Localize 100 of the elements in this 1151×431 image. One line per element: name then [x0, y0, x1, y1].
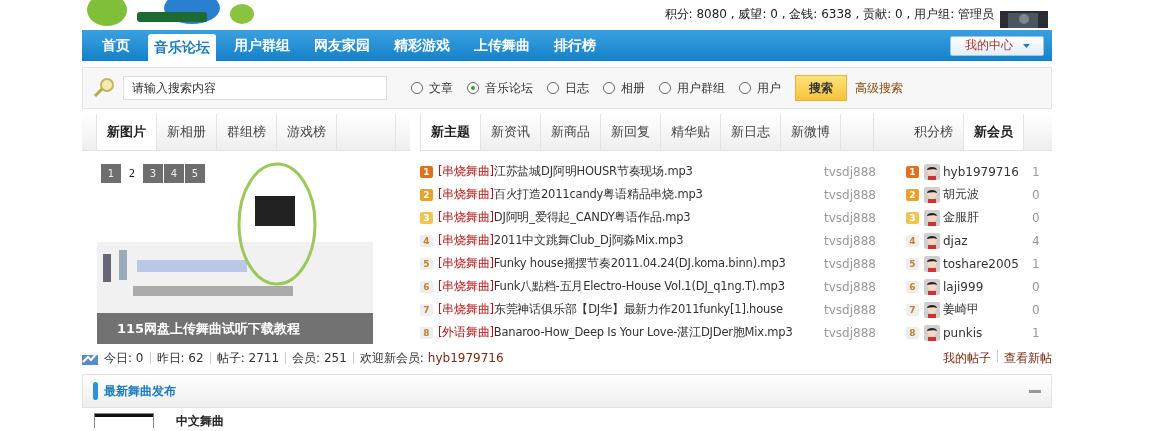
- search-option[interactable]: 用户: [739, 79, 781, 97]
- topic-tab[interactable]: 新微博: [781, 114, 841, 150]
- welcome-label: 欢迎新会员:: [359, 349, 424, 367]
- panel-tab[interactable]: 群组榜: [217, 114, 277, 150]
- option-label: 音乐论坛: [485, 79, 533, 97]
- topic-link[interactable]: [串烧舞曲]DJ阿明_爱得起_CANDY粤语作品.mp3: [438, 210, 691, 225]
- section-title: 最新舞曲发布: [104, 382, 176, 400]
- avatar-icon: [924, 209, 940, 226]
- caret-icon: [1022, 43, 1030, 48]
- option-label: 文章: [429, 79, 453, 97]
- search-option[interactable]: 用户群组: [659, 79, 725, 97]
- rank-badge: 4: [906, 234, 919, 247]
- member-name[interactable]: laji999: [943, 279, 1032, 294]
- collapse-icon[interactable]: [1029, 389, 1041, 393]
- rank-badge: 4: [420, 234, 433, 247]
- avatar-icon: [924, 278, 940, 295]
- my-center-button[interactable]: 我的中心: [950, 35, 1044, 56]
- topic-tab[interactable]: 新回复: [601, 114, 661, 150]
- stats-link[interactable]: 查看新帖: [1004, 349, 1052, 367]
- search-button[interactable]: 搜索: [795, 75, 847, 101]
- topic-author: tvsdj888: [824, 233, 877, 248]
- panel-tab[interactable]: 游戏榜: [277, 114, 337, 150]
- member-name[interactable]: hyb1979716: [943, 164, 1032, 179]
- rank-badge: 2: [906, 188, 919, 201]
- search-option[interactable]: 音乐论坛: [467, 79, 533, 97]
- topic-link[interactable]: [串烧舞曲]Funky house摇摆节奏2011.04.24(DJ.koma.binn).mp3: [438, 256, 786, 271]
- rank-badge: 5: [420, 257, 433, 270]
- rank-badge: 3: [906, 211, 919, 224]
- topic-tab[interactable]: 新主题: [420, 114, 481, 150]
- member-name[interactable]: djaz: [943, 233, 1032, 248]
- topic-tab[interactable]: 精华贴: [661, 114, 721, 150]
- search-option[interactable]: 文章: [411, 79, 453, 97]
- search-icon: [93, 77, 115, 99]
- rank-badge: 1: [906, 165, 919, 178]
- topic-link[interactable]: [串烧舞曲]Funk八點档-五月Electro-House Vol.1(DJ_q1ng.T).mp3: [438, 279, 785, 294]
- topic-link[interactable]: [串烧舞曲]2011中文跳舞Club_Dj阿淼Mix.mp3: [438, 233, 684, 248]
- item-title[interactable]: 中文舞曲: [176, 413, 224, 430]
- avatar-icon: [924, 324, 940, 341]
- avatar-icon: [924, 301, 940, 318]
- stat-text: 会员: 251: [292, 349, 347, 367]
- member-count: 0: [1032, 279, 1041, 294]
- rank-badge: 6: [420, 280, 433, 293]
- rank-badge: 7: [420, 303, 433, 316]
- stat-text: 今日: 0: [104, 349, 144, 367]
- member-count: 0: [1032, 210, 1041, 225]
- topic-author: tvsdj888: [824, 325, 877, 340]
- topic-tab[interactable]: 新商品: [541, 114, 601, 150]
- option-label: 日志: [565, 79, 589, 97]
- topic-author: tvsdj888: [824, 187, 877, 202]
- avatar-icon: [924, 232, 940, 249]
- topic-tab[interactable]: 新日志: [721, 114, 781, 150]
- search-option[interactable]: 日志: [547, 79, 589, 97]
- topic-link[interactable]: [串烧舞曲]百火打造2011candy粤语精品串烧.mp3: [438, 187, 703, 202]
- member-name[interactable]: 姜崎甲: [943, 301, 1032, 318]
- topic-link[interactable]: [外语舞曲]Banaroo-How_Deep Is Your Love-湛江DJDer胞Mix.mp3: [438, 325, 793, 340]
- page-number[interactable]: 1: [101, 164, 121, 183]
- member-count: 0: [1032, 187, 1041, 202]
- rank-badge: 8: [420, 326, 433, 339]
- topic-author: tvsdj888: [824, 164, 877, 179]
- search-field[interactable]: 请输入搜索内容: [123, 76, 387, 100]
- nav-tab[interactable]: 音乐论坛: [148, 34, 216, 61]
- topic-author: tvsdj888: [824, 302, 877, 317]
- rank-badge: 5: [906, 257, 919, 270]
- member-name[interactable]: 胡元波: [943, 186, 1032, 203]
- member-count: 0: [1032, 302, 1041, 317]
- member-name[interactable]: toshare2005: [943, 256, 1032, 271]
- option-label: 相册: [621, 79, 645, 97]
- topic-link[interactable]: [串烧舞曲]江苏盐城DJ阿明HOUSR节奏现场.mp3: [438, 164, 693, 179]
- account-info: 积分: 8080 , 威望: 0 , 金钱: 6338 , 贡献: 0 , 用户组: 管理员: [664, 5, 994, 23]
- slide-caption[interactable]: 115网盘上传舞曲试听下载教程: [97, 313, 373, 344]
- avatar-icon: [924, 186, 940, 203]
- option-label: 用户群组: [677, 79, 725, 97]
- member-tab[interactable]: 新会员: [964, 114, 1024, 150]
- stat-text: 昨日: 62: [156, 349, 204, 367]
- page-number[interactable]: 5: [185, 164, 205, 183]
- rank-badge: 7: [906, 303, 919, 316]
- rank-badge: 6: [906, 280, 919, 293]
- panel-tab[interactable]: 新图片: [96, 114, 157, 150]
- member-name[interactable]: punkis: [943, 325, 1032, 340]
- rank-badge: 1: [420, 165, 433, 178]
- topic-tab[interactable]: 新资讯: [481, 114, 541, 150]
- avatar-icon: [924, 163, 940, 180]
- option-label: 用户: [757, 79, 781, 97]
- panel-tab[interactable]: 新相册: [157, 114, 217, 150]
- member-name[interactable]: 金服肝: [943, 209, 1032, 226]
- marker-icon: [93, 382, 98, 400]
- topic-link[interactable]: [串烧舞曲]东莞神话俱乐部【DJ华】最新力作2011funky[1].house: [438, 302, 783, 317]
- page-number[interactable]: 4: [164, 164, 184, 183]
- rank-badge: 3: [420, 211, 433, 224]
- topic-author: tvsdj888: [824, 279, 877, 294]
- rank-badge: 2: [420, 188, 433, 201]
- member-count: 1: [1032, 256, 1041, 271]
- page-number[interactable]: 3: [143, 164, 163, 183]
- member-count: 1: [1032, 164, 1041, 179]
- advanced-search-link[interactable]: 高级搜索: [855, 79, 903, 97]
- member-count: 1: [1032, 325, 1041, 340]
- member-count: 4: [1032, 233, 1041, 248]
- new-member-link[interactable]: hyb1979716: [427, 351, 504, 365]
- search-option[interactable]: 相册: [603, 79, 645, 97]
- stats-link[interactable]: 我的帖子: [943, 349, 991, 367]
